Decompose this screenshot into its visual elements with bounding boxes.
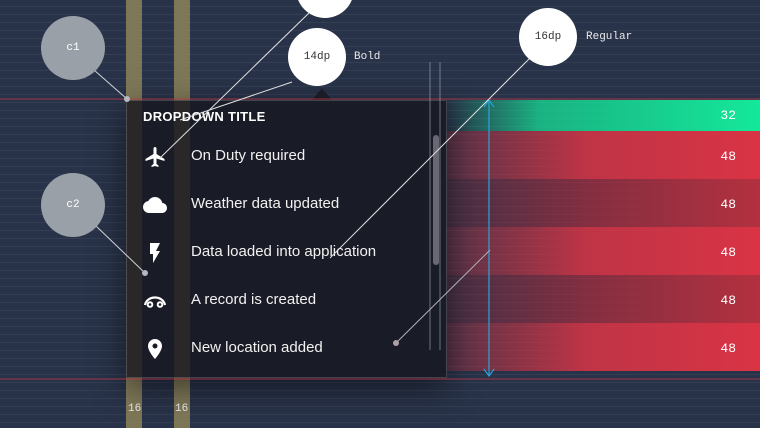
callout-c2: c2 — [41, 173, 105, 237]
callout-item-font-size: 16dp — [519, 8, 577, 66]
annotation-overlay — [0, 11, 760, 380]
callout-line-row — [395, 249, 491, 344]
callout-c1: c1 — [41, 16, 105, 80]
callout-dot-row — [393, 340, 399, 346]
callout-line-c1 — [93, 69, 128, 100]
callout-line-title — [159, 11, 311, 159]
callout-line-c2 — [95, 225, 146, 274]
callout-dot-c2 — [142, 270, 148, 276]
callout-title-font-weight: Bold — [354, 51, 381, 63]
callout-line-bold — [179, 81, 293, 121]
callout-dot-c1 — [124, 96, 130, 102]
keyline-right-label: 16 — [175, 403, 189, 415]
keyline-left-label: 16 — [128, 403, 142, 415]
callout-title-font-size: 14dp — [288, 28, 346, 86]
callout-item-font-weight: Regular — [586, 31, 633, 43]
